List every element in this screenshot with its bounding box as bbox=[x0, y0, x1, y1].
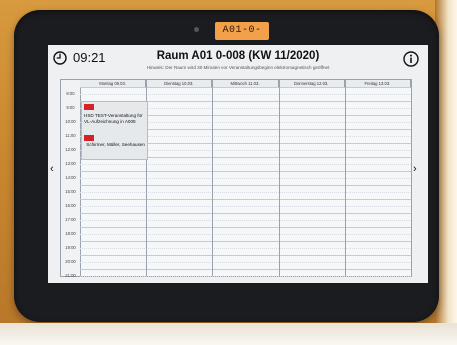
time-label: 12:00 bbox=[65, 147, 76, 152]
hour-gridline bbox=[80, 213, 411, 214]
previous-week-button[interactable]: ‹ bbox=[50, 163, 54, 175]
day-header: Freitag 13.03. bbox=[344, 80, 411, 87]
time-label: 13:00 bbox=[65, 161, 76, 166]
time-label: 17:00 bbox=[65, 217, 76, 222]
hour-gridline bbox=[80, 269, 411, 270]
day-header: Dienstag 10.03. bbox=[146, 80, 213, 87]
time-label: 9:00 bbox=[66, 105, 75, 110]
time-label: 18:00 bbox=[65, 231, 76, 236]
half-hour-gridline bbox=[80, 248, 411, 249]
hour-gridline bbox=[80, 255, 411, 256]
event-title: HSD TEST-Veranstaltung für VL-Aufzeichnu… bbox=[84, 113, 143, 124]
hour-gridline bbox=[80, 87, 411, 88]
hour-gridline bbox=[80, 171, 411, 172]
display-screen: 09:21 Raum A01 0-008 (KW 11/2020) Hinwei… bbox=[48, 45, 428, 283]
day-column-divider bbox=[278, 80, 280, 276]
info-icon[interactable] bbox=[403, 51, 419, 67]
hour-gridline bbox=[80, 241, 411, 242]
room-number-plate: A01-0-008 bbox=[215, 22, 269, 54]
next-week-button[interactable]: › bbox=[413, 163, 417, 175]
page-title: Raum A01 0-008 (KW 11/2020) bbox=[156, 50, 320, 62]
half-hour-gridline bbox=[80, 94, 411, 95]
half-hour-gridline bbox=[80, 178, 411, 179]
half-hour-gridline bbox=[80, 206, 411, 207]
day-header: Mittwoch 11.03. bbox=[212, 80, 279, 87]
hour-gridline bbox=[80, 227, 411, 228]
half-hour-gridline bbox=[80, 276, 411, 277]
time-label: 19:00 bbox=[65, 245, 76, 250]
door-opening-hint: Hinweis: Der Raum wird 30 Minuten vor Ve… bbox=[146, 65, 330, 70]
calendar-event[interactable]: HSD TEST-Veranstaltung für VL-Aufzeichnu… bbox=[81, 101, 148, 160]
time-label: 15:00 bbox=[65, 189, 76, 194]
time-label: 16:00 bbox=[65, 203, 76, 208]
hsd-logo-icon bbox=[84, 135, 94, 141]
camera-icon bbox=[194, 27, 199, 32]
time-label: 8:00 bbox=[66, 91, 75, 96]
time-label: 10:00 bbox=[65, 119, 76, 124]
time-label: 21:00 bbox=[65, 273, 76, 278]
hour-gridline bbox=[80, 185, 411, 186]
day-header: Donnerstag 12.03. bbox=[278, 80, 345, 87]
week-calendar: 8:00 9:00 10:00 11:00 12:00 13:00 14:00 15:00 16… bbox=[60, 79, 412, 278]
half-hour-gridline bbox=[80, 262, 411, 263]
day-column-divider bbox=[212, 80, 214, 276]
hour-gridline bbox=[80, 199, 411, 200]
half-hour-gridline bbox=[80, 164, 411, 165]
half-hour-gridline bbox=[80, 192, 411, 193]
time-label: 14:00 bbox=[65, 175, 76, 180]
day-column-divider bbox=[411, 80, 412, 276]
desk-surface bbox=[0, 323, 457, 345]
hsd-logo-icon bbox=[84, 104, 94, 110]
half-hour-gridline bbox=[80, 234, 411, 235]
time-label: 11:00 bbox=[65, 133, 76, 138]
event-lecturers: Schirmer, Müller, Seehausen bbox=[86, 142, 145, 147]
day-column-divider bbox=[344, 80, 346, 276]
time-label: 20:00 bbox=[65, 259, 76, 264]
day-header: Montag 09.03. bbox=[80, 80, 147, 87]
half-hour-gridline bbox=[80, 220, 411, 221]
